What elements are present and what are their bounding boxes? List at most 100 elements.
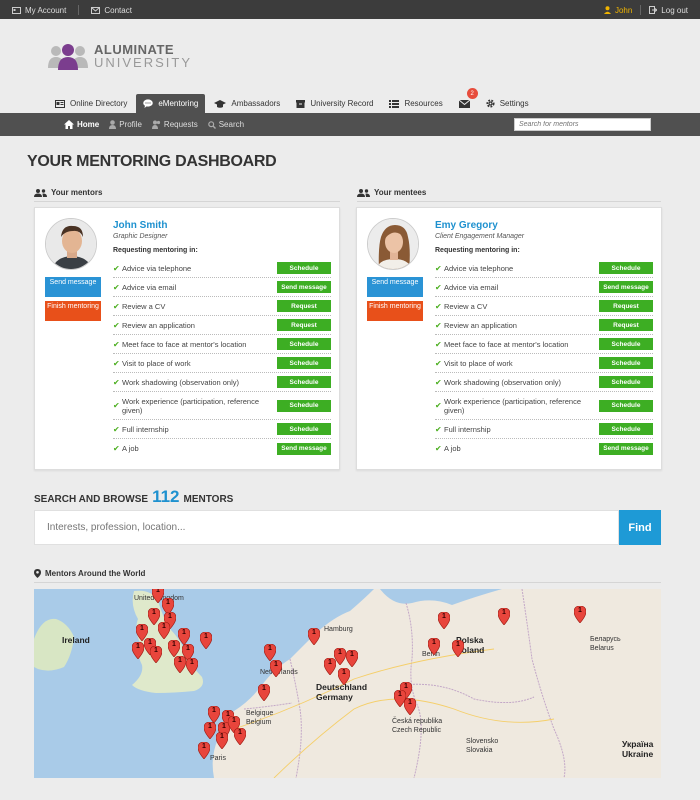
mentor-avatar <box>45 218 97 270</box>
mentee-card: Send message Finish mentoring Emy Gregor… <box>356 207 662 470</box>
map-pin-marker[interactable]: 1 <box>438 612 450 629</box>
subnav-home[interactable]: Home <box>64 120 99 129</box>
map-pin-marker[interactable]: 1 <box>308 628 320 645</box>
check-icon: ✔ <box>435 358 442 368</box>
request-button[interactable]: Request <box>599 319 653 331</box>
request-button[interactable]: Request <box>277 319 331 331</box>
map-pin-marker[interactable]: 1 <box>452 640 464 657</box>
map-pin-marker[interactable]: 1 <box>158 622 170 639</box>
map-pin-marker[interactable]: 1 <box>346 650 358 667</box>
tab-ambassadors[interactable]: Ambassadors <box>207 94 287 113</box>
subnav-requests[interactable]: Requests <box>151 120 198 129</box>
map-label-paris: Paris <box>210 755 226 762</box>
map-label-germany: Deutschland Germany <box>316 682 368 702</box>
map-pin-label: 1 <box>162 623 166 630</box>
request-button[interactable]: Request <box>599 300 653 312</box>
map-pin-marker[interactable]: 1 <box>150 646 162 663</box>
map-pin-marker[interactable]: 1 <box>394 690 406 707</box>
send-message-button[interactable]: Send message <box>277 442 331 455</box>
schedule-button[interactable]: Schedule <box>277 262 331 274</box>
mentee-name[interactable]: Emy Gregory <box>435 220 498 231</box>
tab-ementoring[interactable]: eMentoring <box>136 94 206 113</box>
tab-messages[interactable]: 2 <box>452 88 478 113</box>
map-pin-label: 1 <box>432 639 436 646</box>
send-message-button[interactable]: Send message <box>45 277 101 297</box>
schedule-button[interactable]: Schedule <box>277 423 331 435</box>
send-message-button[interactable]: Send message <box>277 281 331 293</box>
list-item: ✔ Work shadowing (observation only) Schedu… <box>435 373 653 392</box>
schedule-button[interactable]: Schedule <box>277 357 331 369</box>
map-pin-marker[interactable]: 1 <box>258 684 270 701</box>
map-pin-label: 1 <box>268 645 272 652</box>
map-pin-label: 1 <box>350 651 354 658</box>
map-pin-marker[interactable]: 1 <box>174 656 186 673</box>
map-pin-marker[interactable]: 1 <box>264 644 276 661</box>
mentor-request-list: ✔ Advice via telephone Schedule ✔ Advice vi… <box>113 259 331 458</box>
tab-online-directory[interactable]: Online Directory <box>48 94 134 113</box>
check-icon: ✔ <box>435 401 442 410</box>
map-pin-label: 1 <box>140 625 144 632</box>
schedule-button[interactable]: Schedule <box>599 338 653 350</box>
map-pin-marker[interactable]: 1 <box>234 728 246 745</box>
mentors-map[interactable]: United Kingdom Ireland Hamburg Netherlan… <box>34 589 661 778</box>
map-pin-marker[interactable]: 1 <box>428 638 440 655</box>
logout-link[interactable]: Log out <box>649 6 688 15</box>
tab-university-record[interactable]: University Record <box>289 94 380 113</box>
mentors-divider <box>34 201 340 202</box>
map-pin-marker[interactable]: 1 <box>200 632 212 649</box>
mentor-name[interactable]: John Smith <box>113 220 167 231</box>
subnav-profile[interactable]: Profile <box>109 120 142 129</box>
request-button[interactable]: Request <box>277 300 331 312</box>
map-pin-label: 1 <box>220 733 224 740</box>
home-icon <box>64 120 74 129</box>
requesting-label: Requesting mentoring in: <box>113 247 198 254</box>
map-pin-marker[interactable]: 1 <box>132 642 144 659</box>
university-logo[interactable]: ALUMINATE UNIVERSITY <box>48 42 192 70</box>
record-icon <box>296 99 306 108</box>
check-icon: ✔ <box>113 377 120 387</box>
map-pin-marker[interactable]: 1 <box>574 606 586 623</box>
tab-resources[interactable]: Resources <box>382 94 449 113</box>
map-pin-marker[interactable]: 1 <box>204 722 216 739</box>
map-pin-label: 1 <box>178 657 182 664</box>
map-pin-label: 1 <box>312 629 316 636</box>
check-icon: ✔ <box>113 401 120 410</box>
send-message-button[interactable]: Send message <box>599 442 653 455</box>
map-pin-marker[interactable]: 1 <box>216 732 228 749</box>
check-icon: ✔ <box>113 301 120 311</box>
schedule-button[interactable]: Schedule <box>599 423 653 435</box>
send-message-button[interactable]: Send message <box>599 281 653 293</box>
my-account-link[interactable]: My Account <box>12 5 66 15</box>
schedule-button[interactable]: Schedule <box>277 399 331 412</box>
schedule-button[interactable]: Schedule <box>277 338 331 350</box>
directory-icon <box>55 99 65 108</box>
finish-mentoring-button[interactable]: Finish mentoring <box>45 301 101 321</box>
schedule-button[interactable]: Schedule <box>277 376 331 388</box>
map-pin-marker[interactable]: 1 <box>338 668 350 685</box>
user-menu[interactable]: John <box>603 6 632 15</box>
mentor-search-field[interactable] <box>34 510 619 545</box>
subnav-search[interactable]: Search <box>207 120 244 129</box>
send-message-button[interactable]: Send message <box>367 277 423 297</box>
map-pin-label: 1 <box>204 633 208 640</box>
contact-link[interactable]: Contact <box>91 5 132 15</box>
mentor-search-input[interactable] <box>514 118 651 131</box>
map-pin-marker[interactable]: 1 <box>198 742 210 759</box>
schedule-button[interactable]: Schedule <box>599 357 653 369</box>
sub-nav: Home Profile Requests Search <box>0 113 700 136</box>
map-pin-marker[interactable]: 1 <box>186 658 198 675</box>
find-button[interactable]: Find <box>619 510 661 545</box>
schedule-button[interactable]: Schedule <box>599 262 653 274</box>
map-pin-marker[interactable]: 1 <box>168 640 180 657</box>
finish-mentoring-button[interactable]: Finish mentoring <box>367 301 423 321</box>
map-pin-marker[interactable]: 1 <box>498 608 510 625</box>
map-pin-label: 1 <box>342 669 346 676</box>
map-pin-label: 1 <box>398 691 402 698</box>
map-label-czech: Česká republika Czech Republic <box>392 718 443 734</box>
map-pin-marker[interactable]: 1 <box>208 706 220 723</box>
tab-settings[interactable]: Settings <box>479 94 536 113</box>
map-pin-marker[interactable]: 1 <box>324 658 336 675</box>
schedule-button[interactable]: Schedule <box>599 399 653 412</box>
map-pin-marker[interactable]: 1 <box>270 660 282 677</box>
schedule-button[interactable]: Schedule <box>599 376 653 388</box>
